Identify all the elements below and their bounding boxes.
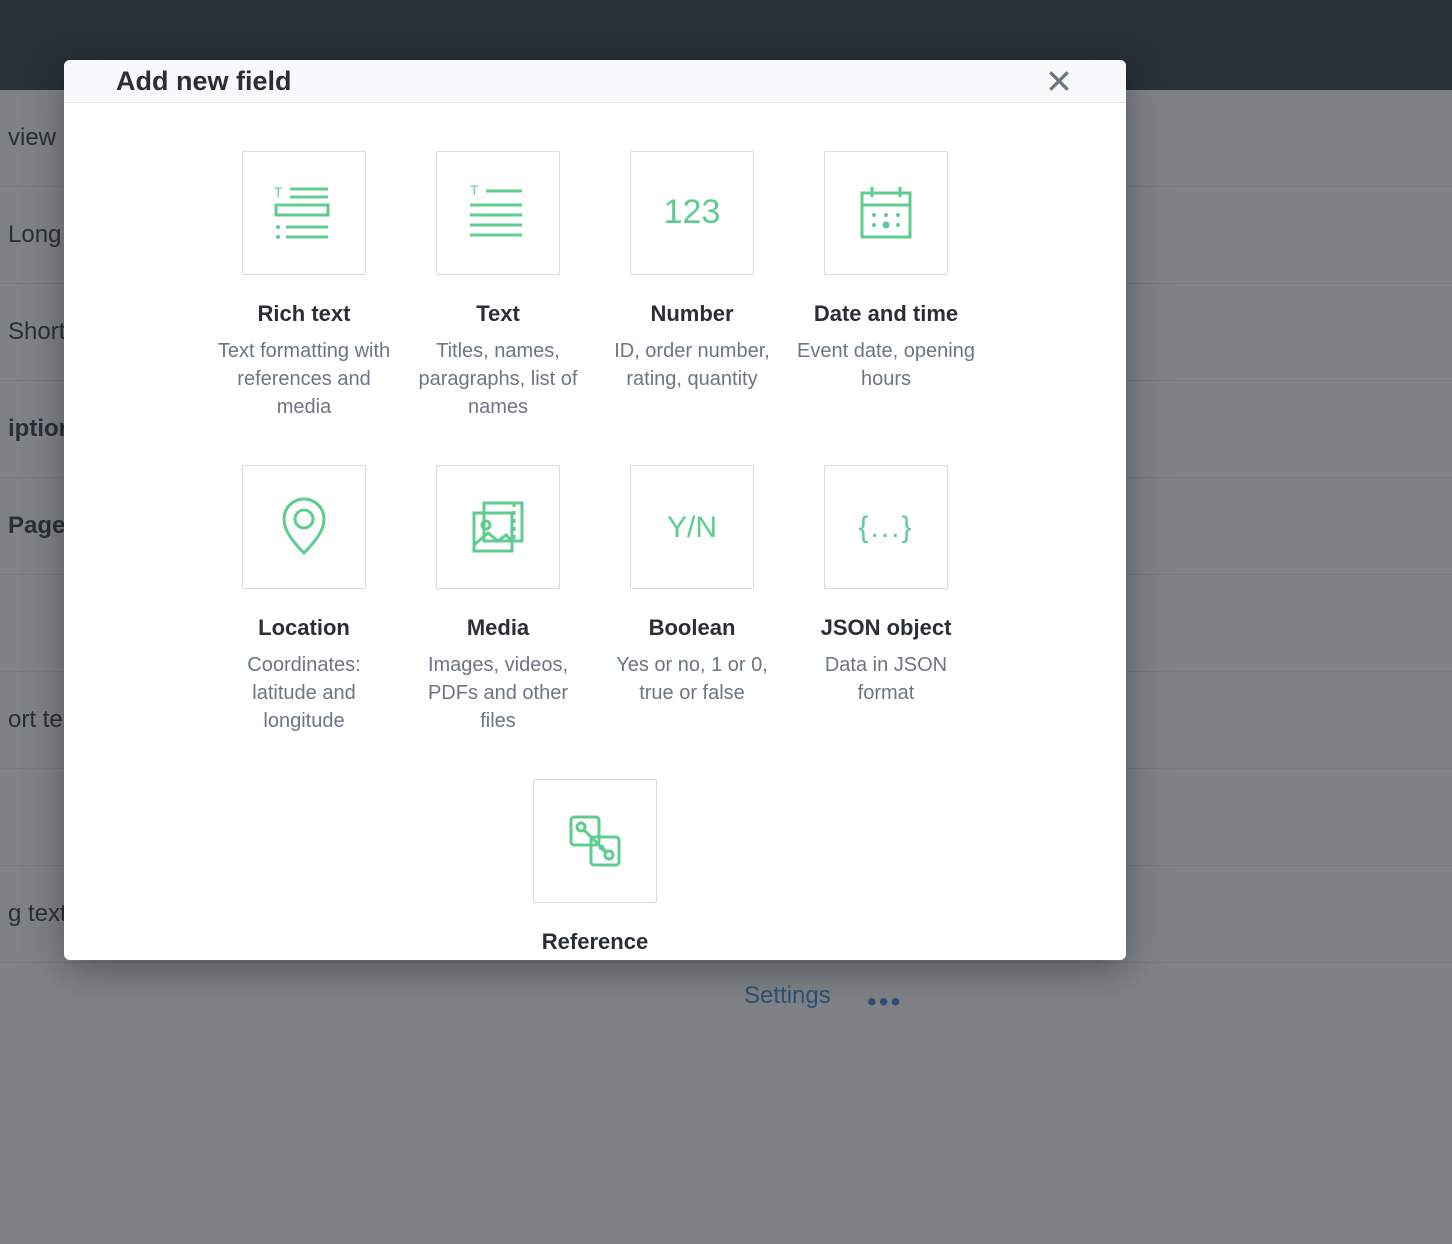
close-button[interactable] [1038, 60, 1080, 102]
field-type-boolean[interactable]: Y/N Boolean Yes or no, 1 or 0, true or f… [595, 465, 789, 735]
field-title: Number [650, 301, 733, 327]
field-desc: Coordinates: latitude and longitude [214, 651, 394, 735]
calendar-icon [824, 151, 948, 275]
add-field-modal: Add new field T [64, 60, 1126, 960]
field-desc: Titles, names, paragraphs, list of names [408, 337, 588, 421]
svg-text:T: T [470, 182, 479, 198]
boolean-icon: Y/N [630, 465, 754, 589]
field-type-rich-text[interactable]: T Rich text Text formatting with referen… [207, 151, 401, 421]
field-title: Boolean [649, 615, 736, 641]
modal-body: T Rich text Text formatting with referen… [64, 103, 1126, 960]
field-type-text[interactable]: T Text Titles, names, paragraphs, list o… [401, 151, 595, 421]
field-title: Reference [542, 929, 648, 955]
field-type-location[interactable]: Location Coordinates: latitude and longi… [207, 465, 401, 735]
location-pin-icon [242, 465, 366, 589]
field-desc: Yes or no, 1 or 0, true or false [602, 651, 782, 707]
field-desc: Images, videos, PDFs and other files [408, 651, 588, 735]
json-icon: {...} [824, 465, 948, 589]
field-type-json[interactable]: {...} JSON object Data in JSON format [789, 465, 983, 735]
reference-icon [533, 779, 657, 903]
rich-text-icon: T [242, 151, 366, 275]
media-icon [436, 465, 560, 589]
field-title: Date and time [814, 301, 958, 327]
field-title: JSON object [821, 615, 952, 641]
number-icon: 123 [630, 151, 754, 275]
field-type-date-time[interactable]: Date and time Event date, opening hours [789, 151, 983, 421]
svg-text:{...}: {...} [858, 511, 913, 544]
field-desc: Data in JSON format [796, 651, 976, 707]
modal-header: Add new field [64, 60, 1126, 103]
text-icon: T [436, 151, 560, 275]
field-type-grid: T Rich text Text formatting with referen… [124, 151, 1066, 960]
field-type-number[interactable]: 123 Number ID, order number, rating, qua… [595, 151, 789, 421]
field-type-reference[interactable]: Reference For example, a blog post can r… [498, 779, 692, 960]
field-desc: Event date, opening hours [796, 337, 976, 393]
field-type-media[interactable]: Media Images, videos, PDFs and other fil… [401, 465, 595, 735]
field-title: Location [258, 615, 350, 641]
field-desc: ID, order number, rating, quantity [602, 337, 782, 393]
modal-title: Add new field [116, 66, 292, 97]
close-icon [1046, 68, 1072, 94]
field-title: Text [476, 301, 520, 327]
svg-text:T: T [274, 184, 283, 200]
field-desc: Text formatting with references and medi… [214, 337, 394, 421]
field-title: Rich text [258, 301, 351, 327]
svg-text:Y/N: Y/N [667, 511, 717, 544]
svg-text:123: 123 [664, 193, 721, 231]
field-title: Media [467, 615, 529, 641]
